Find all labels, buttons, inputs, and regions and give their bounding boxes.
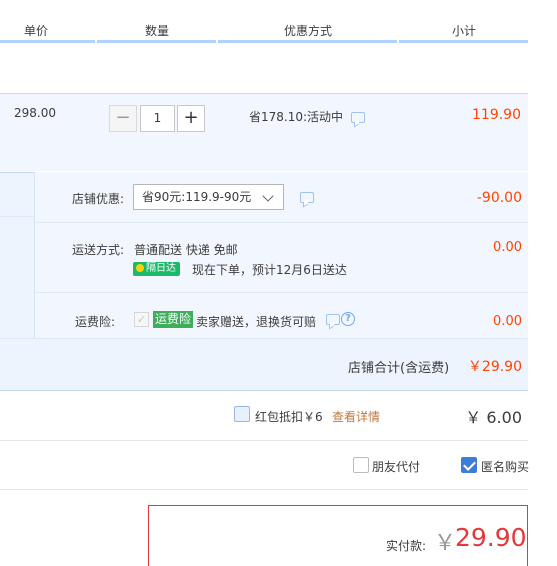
divider — [0, 338, 528, 339]
col-header-unit-price: 单价 — [24, 24, 49, 38]
next-day-badge-label: 隔日达 — [146, 263, 176, 274]
message-icon[interactable] — [351, 112, 365, 123]
payment-label: 实付款: — [386, 539, 427, 553]
insurance-description: 卖家赠送，退换货可赔 — [196, 315, 317, 329]
divider — [0, 489, 528, 490]
col-header-promo: 优惠方式 — [284, 24, 333, 38]
insurance-badge: 运费险 — [153, 311, 194, 328]
item-subtotal: 119.90 — [472, 107, 521, 123]
help-icon[interactable]: ? — [341, 312, 355, 326]
insurance-checkbox: ✓ — [134, 312, 149, 327]
next-day-badge: 隔日达 — [133, 262, 180, 276]
divider — [0, 216, 34, 217]
insurance-amount: 0.00 — [493, 314, 522, 329]
shipping-eta: 现在下单，预计12月6日送达 — [192, 263, 347, 277]
lightning-icon — [136, 264, 144, 272]
quantity-increase-button[interactable]: + — [177, 105, 205, 132]
shop-total-label: 店铺合计(含运费) — [348, 361, 450, 376]
col-header-subtotal: 小计 — [452, 24, 477, 38]
shop-discount-amount: -90.00 — [476, 190, 522, 206]
shop-discount-select[interactable]: 省90元:119.9-90元 — [133, 184, 284, 210]
friend-pay-checkbox[interactable] — [353, 457, 369, 473]
redpacket-checkbox[interactable] — [234, 406, 250, 422]
item-unit-price: 298.00 — [14, 106, 56, 120]
payment-currency: ￥ — [434, 531, 457, 556]
insurance-label: 运费险: — [74, 315, 115, 329]
divider — [0, 390, 528, 391]
shop-discount-label: 店铺优惠: — [71, 192, 124, 206]
anonymous-checkbox[interactable] — [461, 457, 477, 473]
item-row — [0, 93, 528, 171]
item-promo-text: 省178.10:活动中 — [249, 110, 344, 124]
redpacket-details-link[interactable]: 查看详情 — [332, 408, 380, 425]
header-underline — [97, 40, 216, 43]
friend-pay-label[interactable]: 朋友代付 — [372, 458, 420, 475]
message-icon[interactable] — [326, 314, 340, 325]
shipping-label: 运送方式: — [71, 243, 124, 257]
quantity-input[interactable]: 1 — [140, 105, 175, 132]
shipping-amount: 0.00 — [493, 240, 522, 255]
redpacket-label: 红包抵扣￥6 — [255, 410, 323, 424]
payment-amount: 29.90 — [455, 523, 527, 552]
divider — [0, 440, 528, 441]
message-icon[interactable] — [300, 192, 314, 203]
anonymous-label[interactable]: 匿名购买 — [481, 458, 529, 475]
divider — [34, 222, 528, 223]
header-underline — [399, 40, 528, 43]
shop-total-amount: ￥29.90 — [467, 359, 522, 375]
col-header-quantity: 数量 — [145, 24, 170, 38]
redpacket-amount: ￥ 6.00 — [465, 408, 522, 427]
quantity-decrease-button[interactable]: − — [109, 105, 137, 132]
shipping-method: 普通配送 快递 免邮 — [134, 243, 238, 257]
header-underline — [218, 40, 397, 43]
header-underline — [0, 40, 95, 43]
divider — [34, 292, 528, 293]
